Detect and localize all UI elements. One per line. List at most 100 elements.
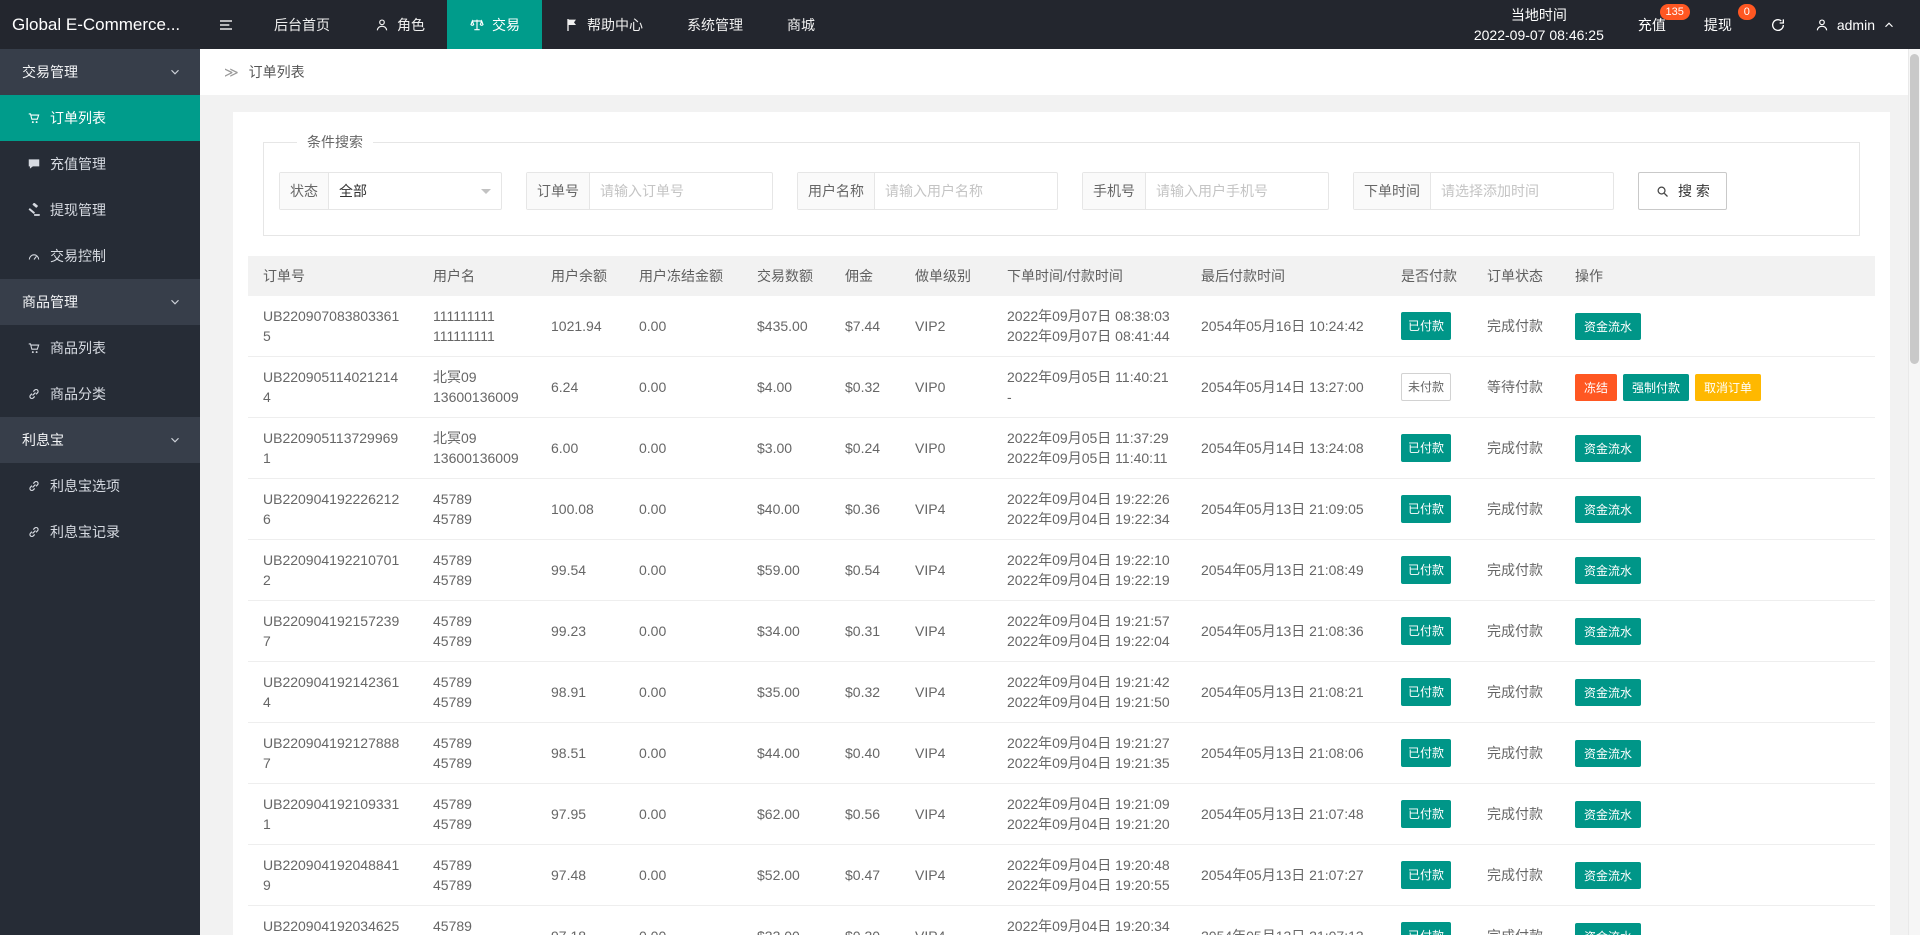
frozen-amount-cell: 0.00 (624, 417, 742, 479)
scrollbar-thumb[interactable] (1910, 54, 1919, 364)
username-line: 45789 (433, 491, 472, 507)
pay-status-badge: 已付款 (1401, 556, 1452, 584)
body-wrap: 交易管理订单列表充值管理 提现管理 交易控制 商品管理 商品列表 商品分类 利息宝 利息宝选项… (0, 49, 1920, 935)
fund-flow-button[interactable]: 资金流水 (1575, 495, 1642, 523)
username-line: 111111111 (433, 308, 495, 324)
pay-status-badge: 未付款 (1401, 373, 1452, 401)
fund-flow-button[interactable]: 资金流水 (1575, 434, 1642, 462)
table-row: UB2209041921093311 45789 45789 97.95 0.00 $62… (248, 783, 1875, 845)
nav-item-label: 交易 (492, 16, 520, 33)
pay-status-cell: 已付款 (1386, 783, 1472, 845)
time-line: 2022年09月04日 19:22:19 (1007, 572, 1170, 588)
sidebar-item-goods-list[interactable]: 商品列表 (0, 325, 200, 371)
username-input-group: 用户名称 (797, 172, 1058, 210)
fund-flow-button[interactable]: 资金流水 (1575, 739, 1642, 767)
time-line: 2022年09月04日 19:20:34 (1007, 918, 1170, 934)
actions-cell: 资金流水 (1560, 539, 1875, 601)
balance-cell: 98.51 (536, 722, 624, 784)
hamburger-icon[interactable] (200, 0, 252, 49)
filter-field-label: 下单时间 (1354, 173, 1431, 209)
status-select[interactable]: 全部 (329, 173, 501, 209)
nav-dashboard[interactable]: 后台首页 (252, 0, 352, 49)
commission-cell: $0.30 (830, 905, 900, 935)
username-line: 45789 (433, 918, 472, 934)
frozen-amount-cell: 0.00 (624, 661, 742, 723)
phone-input-group: 手机号 (1082, 172, 1329, 210)
actions-cell: 资金流水 (1560, 783, 1875, 845)
user-menu[interactable]: admin (1814, 17, 1920, 33)
vertical-scrollbar[interactable] (1908, 49, 1920, 935)
sidebar-item-withdraw[interactable]: 提现管理 (0, 187, 200, 233)
table-head: 订单号 用户名 用户余额 用户冻结金额 交易数额 佣金 做单级别 下单时间/付款时间 最后付款时… (248, 256, 1875, 296)
fund-flow-button[interactable]: 资金流水 (1575, 556, 1642, 584)
frozen-amount-cell: 0.00 (624, 905, 742, 935)
breadcrumb: ≫ 订单列表 (200, 49, 1920, 95)
level-cell: VIP0 (900, 417, 992, 479)
sidebar-item-recharge[interactable]: 充值管理 (0, 141, 200, 187)
pay-status-cell: 已付款 (1386, 905, 1472, 935)
sidebar-group-goods[interactable]: 商品管理 (0, 279, 200, 325)
order-no-input[interactable] (590, 173, 772, 209)
recharge-button[interactable]: 充值 135 (1638, 3, 1690, 35)
sidebar-item-order-list[interactable]: 订单列表 (0, 95, 200, 141)
freeze-button[interactable]: 冻结 (1575, 373, 1618, 401)
commission-cell: $0.56 (830, 783, 900, 845)
withdraw-button[interactable]: 提现 0 (1704, 3, 1756, 35)
sidebar-group-trade[interactable]: 交易管理 (0, 49, 200, 95)
pay-status-cell: 已付款 (1386, 417, 1472, 479)
table-row: UB2209041921572397 45789 45789 99.23 0.00 $34… (248, 600, 1875, 662)
order-time-cell: 2022年09月04日 19:21:42 2022年09月04日 19:21:50 (992, 661, 1186, 723)
actions-cell: 资金流水 (1560, 661, 1875, 723)
column-header: 交易数额 (742, 256, 830, 296)
sidebar-item-label: 订单列表 (50, 110, 106, 126)
filter-field-label: 手机号 (1083, 173, 1146, 209)
frozen-amount-cell: 0.00 (624, 600, 742, 662)
cancel-order-button[interactable]: 取消订单 (1695, 373, 1762, 401)
fund-flow-button[interactable]: 资金流水 (1575, 312, 1642, 340)
fund-flow-button[interactable]: 资金流水 (1575, 800, 1642, 828)
column-header: 佣金 (830, 256, 900, 296)
order-time-cell: 2022年09月04日 19:21:27 2022年09月04日 19:21:35 (992, 722, 1186, 784)
force-pay-button[interactable]: 强制付款 (1623, 373, 1690, 401)
sidebar-group-interest[interactable]: 利息宝 (0, 417, 200, 463)
level-cell: VIP0 (900, 356, 992, 418)
username-line: 45789 (433, 633, 472, 649)
nav-roles[interactable]: 角色 (352, 0, 447, 49)
table-row: UB2209041921278887 45789 45789 98.51 0.00 $44… (248, 722, 1875, 784)
username-cell: 45789 45789 (418, 844, 536, 906)
nav-help-center[interactable]: 帮助中心 (542, 0, 665, 49)
nav-system[interactable]: 系统管理 (665, 0, 765, 49)
fund-flow-button[interactable]: 资金流水 (1575, 861, 1642, 889)
phone-input[interactable] (1146, 173, 1328, 209)
pay-status-cell: 已付款 (1386, 296, 1472, 357)
commission-cell: $0.31 (830, 600, 900, 662)
balance-cell: 99.54 (536, 539, 624, 601)
search-button[interactable]: 搜 索 (1638, 172, 1727, 210)
time-line: 2022年09月04日 19:22:04 (1007, 633, 1170, 649)
order-time-input[interactable] (1431, 173, 1613, 209)
nav-item-label: 商城 (787, 16, 815, 33)
nav-mall[interactable]: 商城 (765, 0, 837, 49)
username-cell: 45789 45789 (418, 783, 536, 845)
username-cell: 111111111 111111111 (418, 296, 536, 357)
nav-trade[interactable]: 交易 (447, 0, 542, 49)
fund-flow-button[interactable]: 资金流水 (1575, 678, 1642, 706)
sidebar-item-interest-options[interactable]: 利息宝选项 (0, 463, 200, 509)
last-pay-time-cell: 2054年05月13日 21:07:27 (1186, 844, 1386, 906)
table-row: UB2209041920488419 45789 45789 97.48 0.00 $52… (248, 844, 1875, 906)
sidebar-item-goods-category[interactable]: 商品分类 (0, 371, 200, 417)
username-input[interactable] (875, 173, 1057, 209)
level-cell: VIP2 (900, 296, 992, 357)
sidebar-item-interest-records[interactable]: 利息宝记录 (0, 509, 200, 555)
trade-amount-cell: $40.00 (742, 478, 830, 540)
pay-status-cell: 未付款 (1386, 356, 1472, 418)
fund-flow-button[interactable]: 资金流水 (1575, 617, 1642, 645)
link-icon (27, 479, 41, 493)
sidebar-item-trade-control[interactable]: 交易控制 (0, 233, 200, 279)
username-line: 13600136009 (433, 389, 519, 405)
local-time-label: 当地时间 (1510, 6, 1567, 23)
refresh-icon[interactable] (1770, 17, 1786, 33)
trade-amount-cell: $33.00 (742, 905, 830, 935)
time-line: 2022年09月04日 19:21:20 (1007, 816, 1170, 832)
fund-flow-button[interactable]: 资金流水 (1575, 922, 1642, 935)
